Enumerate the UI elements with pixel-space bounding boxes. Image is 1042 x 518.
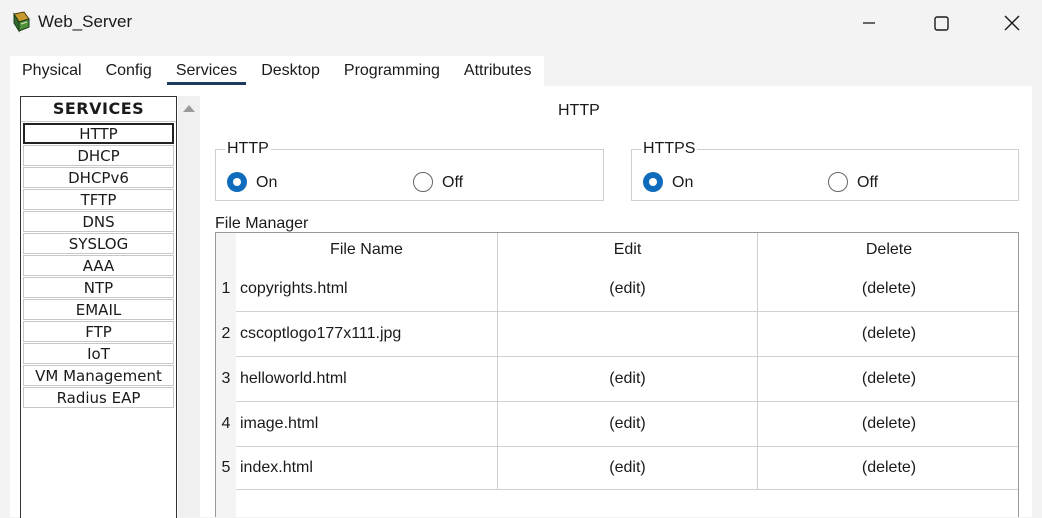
service-aaa-button[interactable]: AAA [23,255,174,276]
row-number: 4 [221,415,231,432]
tab-config[interactable]: Config [93,56,164,86]
delete-link[interactable]: (delete) [758,311,1018,356]
tab-attributes[interactable]: Attributes [451,56,544,86]
row-number: 1 [221,280,231,297]
http-legend: HTTP [225,140,271,158]
https-legend: HTTPS [641,140,698,158]
window-title: Web_Server [38,12,133,31]
file-name-cell: index.html [240,459,313,476]
https-off-label[interactable]: Off [857,174,878,192]
tab-physical[interactable]: Physical [10,56,94,86]
edit-link[interactable]: (edit) [498,356,757,401]
http-on-label[interactable]: On [256,174,277,192]
minimize-icon [863,22,875,24]
panel-title: HTTP [558,102,600,119]
file-name-cell: image.html [240,415,319,432]
tab-desktop[interactable]: Desktop [249,56,332,86]
maximize-button[interactable] [918,0,964,46]
service-email-button[interactable]: EMAIL [23,299,174,320]
delete-link[interactable]: (delete) [758,266,1018,311]
row-number: 2 [221,325,231,342]
delete-link[interactable]: (delete) [758,401,1018,446]
tab-programming[interactable]: Programming [331,56,452,86]
delete-link[interactable]: (delete) [758,356,1018,401]
http-off-radio[interactable] [413,172,433,192]
services-content: SERVICES HTTP DHCP DHCPv6 TFTP DNS SYSLO… [10,86,1032,518]
service-iot-button[interactable]: IoT [23,343,174,364]
service-tftp-button[interactable]: TFTP [23,189,174,210]
service-syslog-button[interactable]: SYSLOG [23,233,174,254]
scroll-up-arrow-icon[interactable] [183,105,195,112]
service-dhcpv6-button[interactable]: DHCPv6 [23,167,174,188]
tab-bar: Physical Config Services Desktop Program… [10,56,544,86]
http-group: HTTP On Off [215,140,604,201]
column-header-edit: Edit [613,241,642,258]
edit-link[interactable] [498,311,757,356]
column-header-delete: Delete [865,241,913,258]
service-dhcp-button[interactable]: DHCP [23,145,174,166]
http-off-label[interactable]: Off [442,174,463,192]
file-name-cell: copyrights.html [240,280,348,297]
column-header-file-name: File Name [330,241,403,258]
router-icon [13,11,30,33]
https-off-radio[interactable] [828,172,848,192]
delete-link[interactable]: (delete) [758,445,1018,490]
service-dns-button[interactable]: DNS [23,211,174,232]
service-ntp-button[interactable]: NTP [23,277,174,298]
services-list: SERVICES HTTP DHCP DHCPv6 TFTP DNS SYSLO… [20,96,177,518]
file-name-cell: helloworld.html [240,370,347,387]
file-manager-label: File Manager [215,215,309,232]
service-http-button[interactable]: HTTP [23,123,174,144]
close-icon [1004,15,1020,31]
https-group: HTTPS On Off [631,140,1019,201]
service-vm-management-button[interactable]: VM Management [23,365,174,386]
https-on-label[interactable]: On [672,174,693,192]
edit-link[interactable]: (edit) [498,266,757,311]
services-header: SERVICES [21,97,176,122]
services-scrollbar[interactable] [178,96,200,517]
file-manager-table: File Name Edit Delete 1 copyrights.html … [215,232,1019,517]
file-name-cell: cscoptlogo177x111.jpg [240,325,402,342]
close-button[interactable] [989,0,1035,46]
edit-link[interactable]: (edit) [498,401,757,446]
row-number: 5 [221,459,231,476]
service-radius-eap-button[interactable]: Radius EAP [23,387,174,408]
tab-services[interactable]: Services [163,56,250,86]
edit-link[interactable]: (edit) [498,445,757,490]
title-bar: Web_Server [0,0,1042,46]
http-on-radio[interactable] [227,172,247,192]
maximize-icon [933,15,949,31]
minimize-button[interactable] [846,0,892,46]
service-ftp-button[interactable]: FTP [23,321,174,342]
https-on-radio[interactable] [643,172,663,192]
row-number: 3 [221,370,231,387]
